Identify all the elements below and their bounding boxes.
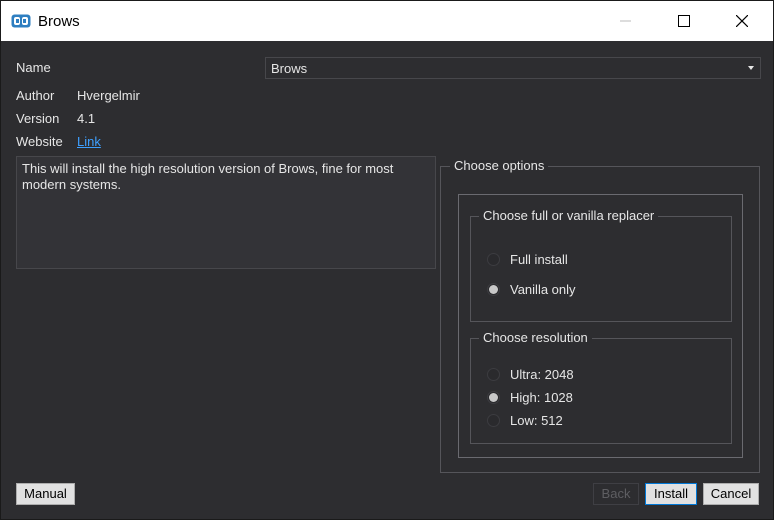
radio-button [487, 414, 500, 427]
title-bar[interactable]: Brows [1, 1, 773, 41]
description-box[interactable]: This will install the high resolution ve… [16, 156, 436, 269]
radio-label: High: 1028 [510, 390, 573, 405]
maximize-icon [678, 15, 690, 27]
radio-high[interactable]: High: 1028 [487, 389, 687, 407]
radio-vanilla-only[interactable]: Vanilla only [487, 281, 687, 299]
version-value: 4.1 [77, 111, 96, 126]
back-button[interactable]: Back [593, 483, 639, 505]
brows-logo-icon [11, 14, 31, 28]
replacer-group [470, 216, 732, 322]
author-label: Author [16, 88, 55, 103]
installer-window: Brows Name Brows Author Hvergelmir Versi… [0, 0, 774, 520]
website-link[interactable]: Link [77, 134, 101, 149]
name-select-value: Brows [271, 61, 308, 76]
install-button[interactable]: Install [645, 483, 697, 505]
author-value: Hvergelmir [77, 88, 140, 103]
radio-label: Ultra: 2048 [510, 367, 574, 382]
radio-button [487, 391, 500, 404]
resolution-group-title: Choose resolution [479, 330, 592, 345]
radio-low[interactable]: Low: 512 [487, 412, 687, 430]
chevron-down-icon [748, 66, 754, 70]
version-label: Version [16, 111, 60, 126]
radio-label: Low: 512 [510, 413, 563, 428]
main-content: Name Brows Author Hvergelmir Version 4.1… [1, 41, 773, 519]
cancel-button[interactable]: Cancel [703, 483, 759, 505]
radio-button [487, 283, 500, 296]
radio-button [487, 253, 500, 266]
radio-label: Vanilla only [510, 282, 576, 297]
replacer-group-title: Choose full or vanilla replacer [479, 208, 659, 223]
manual-button[interactable]: Manual [16, 483, 75, 505]
name-label: Name [16, 60, 51, 75]
close-icon [736, 15, 748, 27]
window-title: Brows [38, 13, 80, 30]
website-label: Website [16, 134, 63, 149]
minimize-button[interactable] [603, 1, 649, 41]
minimize-icon [620, 20, 631, 22]
radio-button [487, 368, 500, 381]
close-button[interactable] [719, 1, 765, 41]
name-select[interactable]: Brows [265, 57, 761, 79]
radio-ultra[interactable]: Ultra: 2048 [487, 366, 687, 384]
options-group-title: Choose options [450, 158, 549, 173]
radio-full-install[interactable]: Full install [487, 251, 687, 269]
radio-label: Full install [510, 252, 568, 267]
maximize-button[interactable] [661, 1, 707, 41]
